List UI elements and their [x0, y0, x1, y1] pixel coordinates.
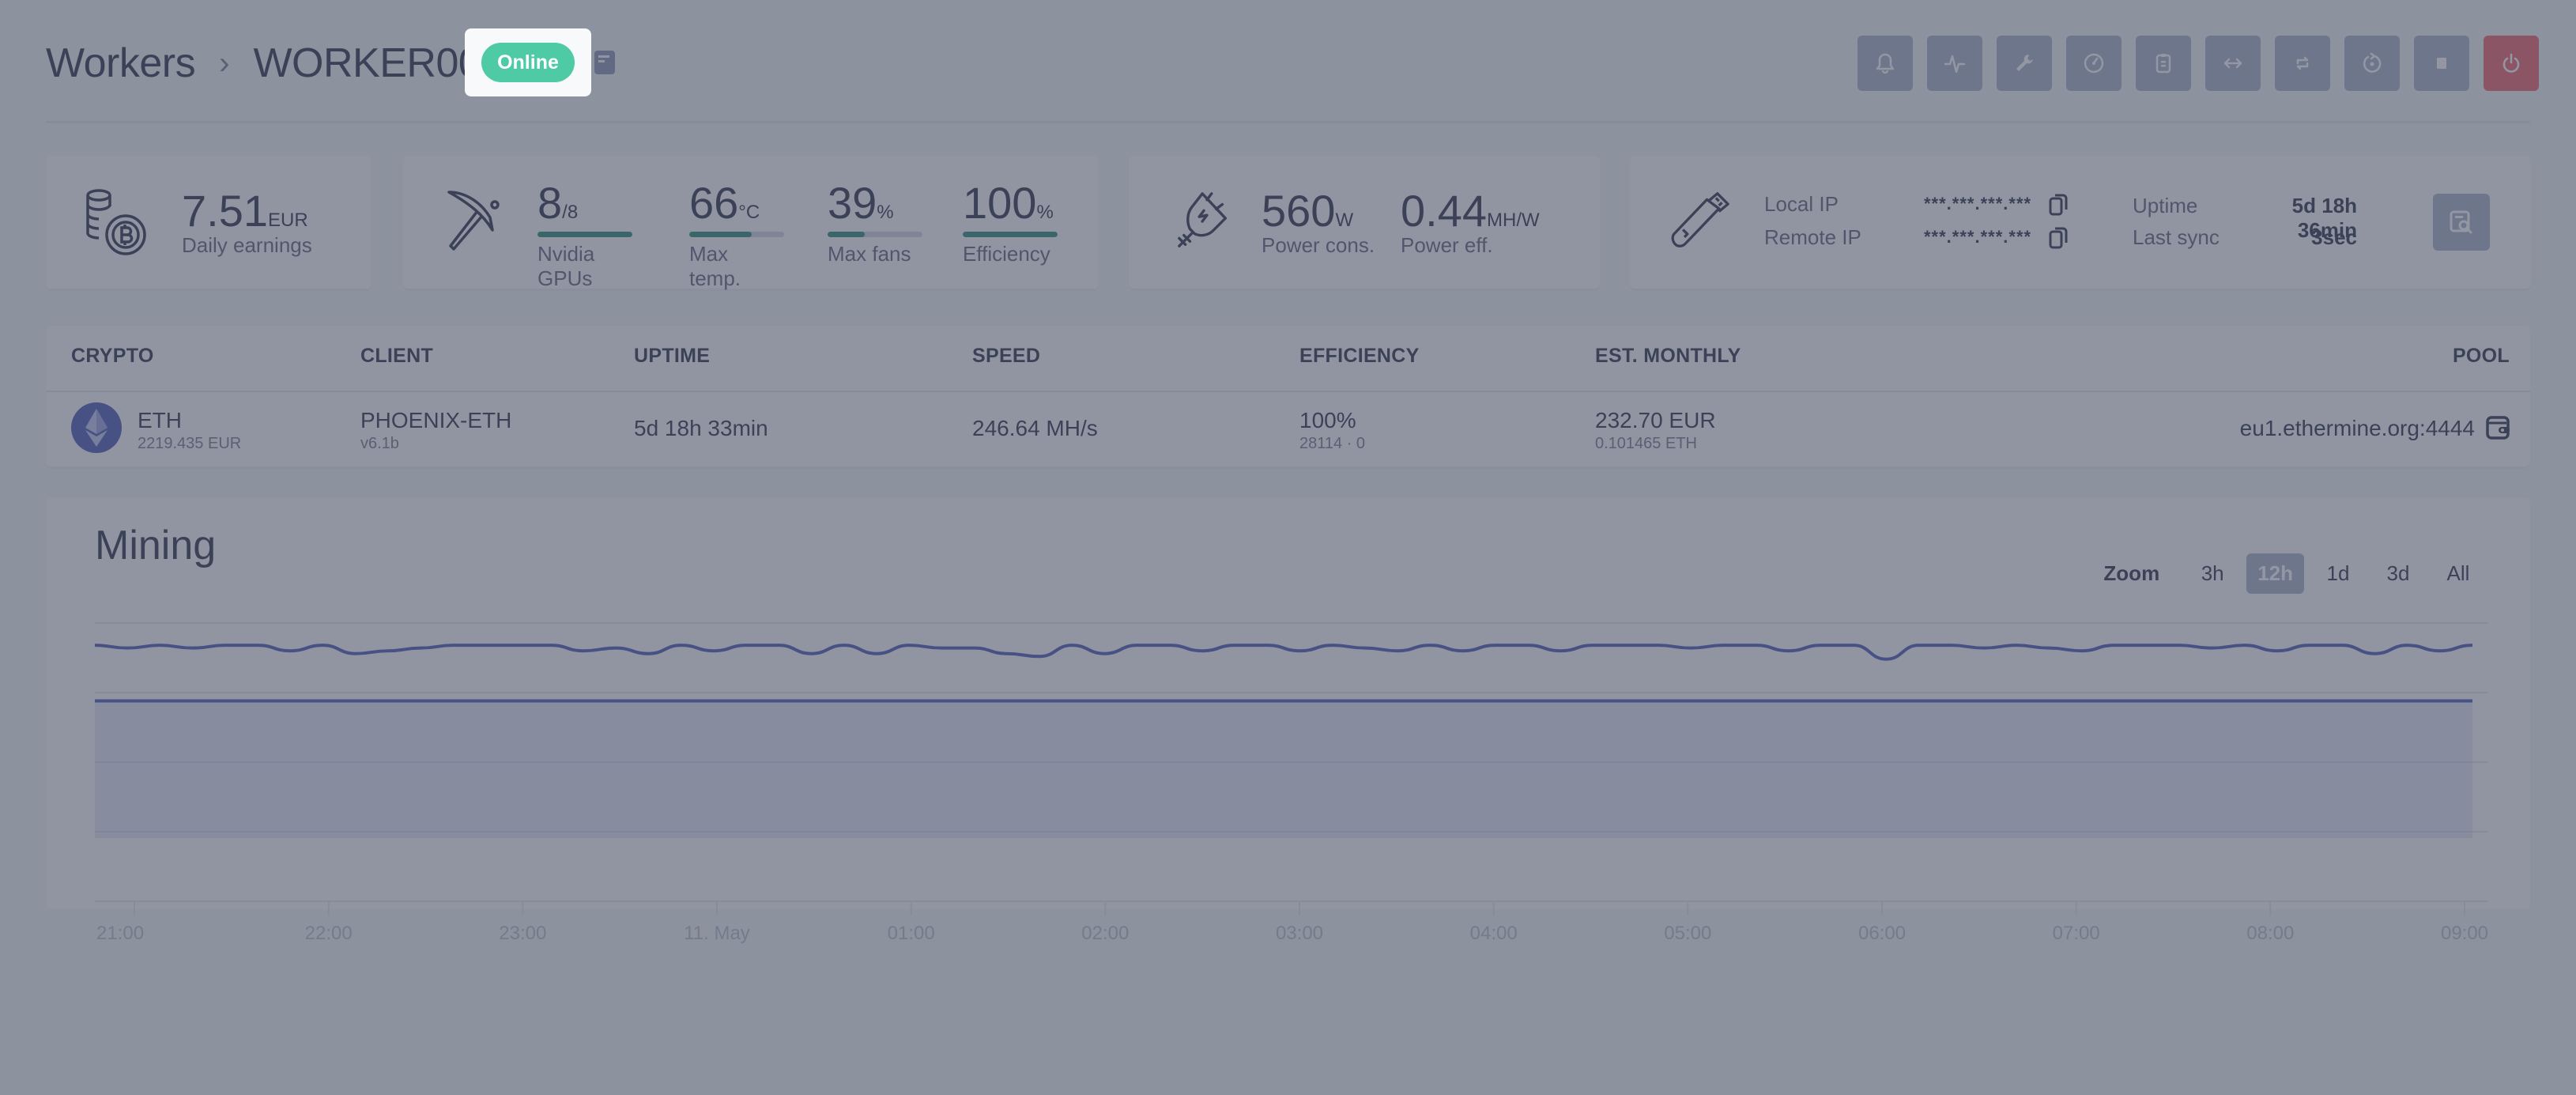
hashrate-line: [94, 644, 2473, 661]
x-tick-label: 23:00: [499, 923, 546, 944]
x-tick-label: 21:00: [96, 923, 144, 944]
x-tick-label: 03:00: [1276, 923, 1323, 944]
x-tick-label: 22:00: [305, 923, 353, 944]
x-tick-label: 02:00: [1081, 923, 1129, 944]
status-badge[interactable]: Online: [481, 43, 575, 82]
x-tick-label: 04:00: [1470, 923, 1518, 944]
x-tick-label: 08:00: [2246, 923, 2294, 944]
mining-chart[interactable]: 21:00 22:00 23:00 11. May 01:00 02:00 03:00 04:…: [0, 0, 2576, 1095]
x-tick-label: 09:00: [2441, 923, 2488, 944]
worker-page: Workers › WORKER001 Online 7.51EUR Daily…: [0, 0, 2576, 1095]
reported-area: [95, 700, 2472, 838]
x-tick-label: 11. May: [684, 923, 750, 944]
x-tick-label: 06:00: [1858, 923, 1906, 944]
x-tick-label: 05:00: [1664, 923, 1711, 944]
note-icon[interactable]: [593, 49, 617, 76]
x-tick-label: 07:00: [2053, 923, 2100, 944]
x-tick-label: 01:00: [888, 923, 935, 944]
status-badge-highlight: Online: [465, 28, 591, 96]
